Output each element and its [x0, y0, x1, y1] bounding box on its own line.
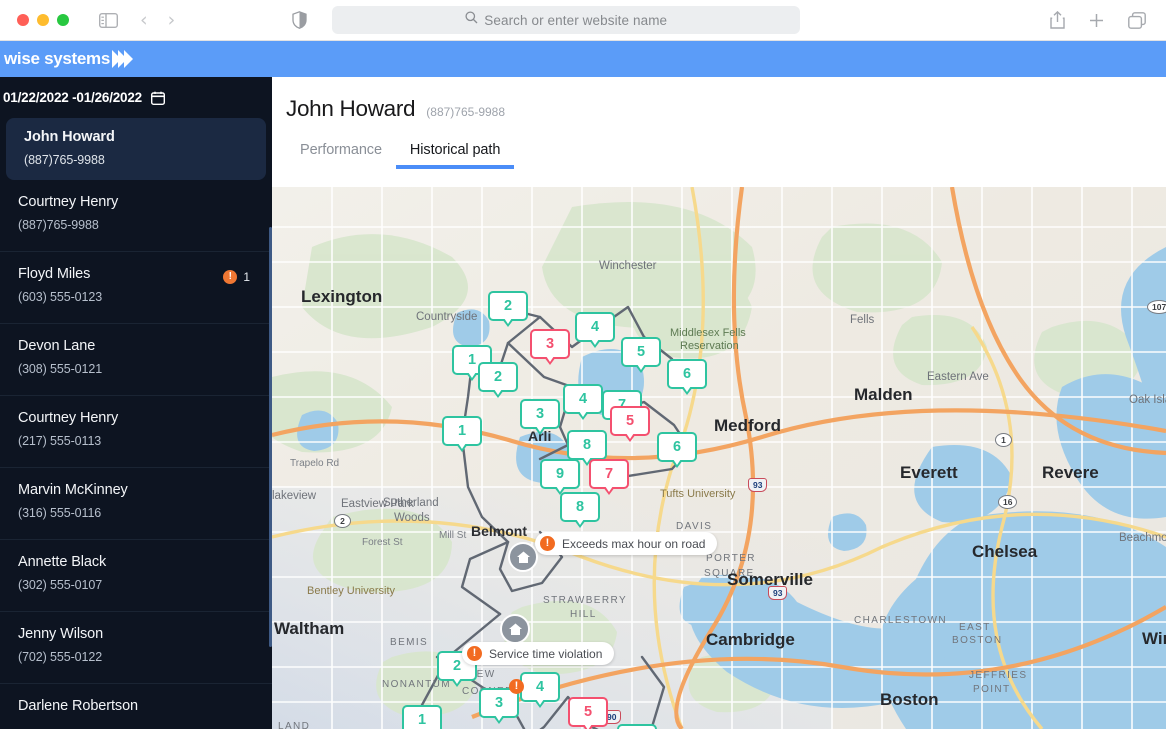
driver-phone: (316) 555-0116 — [18, 506, 102, 520]
warning-icon: ! — [223, 270, 238, 284]
map-stop-marker[interactable]: 4 — [520, 672, 560, 702]
warning-icon: ! — [467, 646, 482, 661]
map-stop-marker[interactable]: 2 — [488, 291, 528, 321]
violation-label: Service time violation — [489, 646, 603, 661]
map-basemap — [272, 187, 1166, 729]
driver-name: Darlene Robertson — [18, 698, 139, 714]
driver-list-item[interactable]: Floyd Miles (603) 555-0123! 1 — [0, 252, 272, 324]
highway-shield-icon: 1 — [995, 433, 1012, 447]
map-stop-marker[interactable]: 7 — [589, 459, 629, 489]
violation-tooltip[interactable]: ! Service time violation — [462, 642, 615, 665]
violation-tooltip[interactable]: ! Exceeds max hour on road — [535, 532, 718, 555]
driver-phone: (217) 555-0113 — [18, 434, 102, 448]
map-stop-marker[interactable]: 2 — [478, 362, 518, 392]
driver-phone: (603) 555-0123 — [18, 290, 103, 304]
wise-systems-logo[interactable]: wise systems — [4, 49, 134, 69]
map-stop-marker[interactable]: 1 — [402, 705, 442, 729]
driver-name: Courtney Henry — [18, 194, 119, 210]
date-range-picker[interactable]: 01/22/2022 -01/26/2022 — [0, 77, 272, 118]
tab-performance[interactable]: Performance — [286, 142, 396, 169]
page-title: John Howard — [286, 96, 416, 121]
driver-phone: (887)765-9988 — [426, 105, 506, 119]
driver-list-item[interactable]: John Howard (887)765-9988 — [6, 118, 266, 180]
driver-list-item[interactable]: Darlene Robertson — [0, 684, 272, 729]
brand-name: wise systems — [4, 49, 111, 68]
tab-historical-path[interactable]: Historical path — [395, 142, 515, 169]
driver-name: Courtney Henry — [18, 410, 119, 426]
sidebar-toggle-icon[interactable] — [99, 12, 118, 28]
driver-name: Jenny Wilson — [18, 626, 104, 642]
highway-shield-icon: 93 — [768, 586, 788, 600]
driver-title-row: John Howard (887)765-9988 — [286, 96, 1166, 122]
browser-chrome: ‹ › Search or enter website name — [0, 0, 1166, 41]
driver-list: John Howard (887)765-9988 Courtney Henry (8… — [0, 118, 272, 729]
share-icon[interactable] — [1050, 11, 1065, 29]
forward-button[interactable]: › — [168, 10, 176, 30]
driver-name: John Howard — [24, 129, 115, 145]
map-stop-marker[interactable]: 3 — [520, 399, 560, 429]
map-stop-marker[interactable]: 5 — [610, 406, 650, 436]
map-stop-marker[interactable]: 8 — [560, 492, 600, 522]
driver-phone: (702) 555-0122 — [18, 650, 103, 664]
depot-home-icon[interactable] — [500, 614, 530, 644]
driver-list-item[interactable]: Marvin McKinney (316) 555-0116 — [0, 468, 272, 540]
alert-count: 1 — [243, 270, 250, 284]
highway-shield-icon: 107 — [1147, 300, 1166, 314]
tab-bar: Performance Historical path — [286, 142, 1166, 169]
map-stop-marker[interactable]: 6 — [657, 432, 697, 462]
navigation-arrows: ‹ › — [140, 10, 176, 30]
map-stop-marker[interactable]: 4 — [563, 384, 603, 414]
address-bar-placeholder: Search or enter website name — [484, 12, 668, 28]
maximize-window-button[interactable] — [57, 14, 69, 26]
driver-list-item[interactable]: Courtney Henry (217) 555-0113 — [0, 396, 272, 468]
calendar-icon[interactable] — [150, 91, 165, 105]
minimize-window-button[interactable] — [37, 14, 49, 26]
map-stop-marker[interactable]: 6 — [667, 359, 707, 389]
map-stop-marker[interactable]: 6 — [617, 724, 657, 729]
map-stop-marker[interactable]: 1 — [442, 416, 482, 446]
warning-icon[interactable]: ! — [509, 679, 524, 694]
driver-phone: (887)765-9988 — [24, 153, 105, 167]
driver-phone: (308) 555-0121 — [18, 362, 103, 376]
warning-icon: ! — [540, 536, 555, 551]
window-controls — [17, 14, 69, 26]
driver-list-item[interactable]: Courtney Henry (887)765-9988 — [0, 180, 272, 252]
driver-name: Floyd Miles — [18, 266, 91, 282]
map-stop-marker[interactable]: 8 — [567, 430, 607, 460]
driver-name: Marvin McKinney — [18, 482, 128, 498]
driver-alert-badge[interactable]: ! 1 — [223, 270, 250, 284]
driver-phone: (302) 555-0107 — [18, 578, 103, 592]
map-stop-marker[interactable]: 5 — [568, 697, 608, 727]
plus-icon[interactable] — [1089, 13, 1104, 28]
highway-shield-icon: 93 — [748, 478, 768, 492]
violation-label: Exceeds max hour on road — [562, 536, 706, 551]
app-brand-bar: wise systems — [0, 41, 1166, 77]
back-button[interactable]: ‹ — [140, 10, 148, 30]
date-range-label: 01/22/2022 -01/26/2022 — [3, 90, 142, 105]
chrome-right-actions — [1050, 11, 1146, 29]
highway-shield-icon: 2 — [334, 514, 351, 528]
tab-overview-icon[interactable] — [1128, 11, 1146, 29]
search-icon — [465, 11, 478, 29]
drivers-sidebar: 01/22/2022 -01/26/2022 John Howard (887)7… — [0, 77, 272, 729]
close-window-button[interactable] — [17, 14, 29, 26]
address-bar[interactable]: Search or enter website name — [332, 6, 801, 34]
driver-list-item[interactable]: Devon Lane (308) 555-0121 — [0, 324, 272, 396]
driver-name: Annette Black — [18, 554, 107, 570]
map-stop-marker[interactable]: 5 — [621, 337, 661, 367]
driver-list-item[interactable]: Jenny Wilson (702) 555-0122 — [0, 612, 272, 684]
chevrons-right-icon — [112, 50, 134, 68]
depot-home-icon[interactable] — [508, 542, 538, 572]
main-panel: John Howard (887)765-9988 Performance His… — [272, 77, 1166, 729]
map-stop-marker[interactable]: 4 — [575, 312, 615, 342]
driver-phone: (887)765-9988 — [18, 218, 99, 232]
driver-header: John Howard (887)765-9988 Performance His… — [272, 77, 1166, 169]
privacy-shield-icon[interactable] — [292, 11, 307, 29]
historical-path-map[interactable]: Lexington Countryside Winchester Middlesex … — [272, 187, 1166, 729]
map-stop-marker[interactable]: 3 — [530, 329, 570, 359]
driver-name: Devon Lane — [18, 338, 96, 354]
driver-list-item[interactable]: Annette Black (302) 555-0107 — [0, 540, 272, 612]
map-stop-marker[interactable]: 9 — [540, 459, 580, 489]
